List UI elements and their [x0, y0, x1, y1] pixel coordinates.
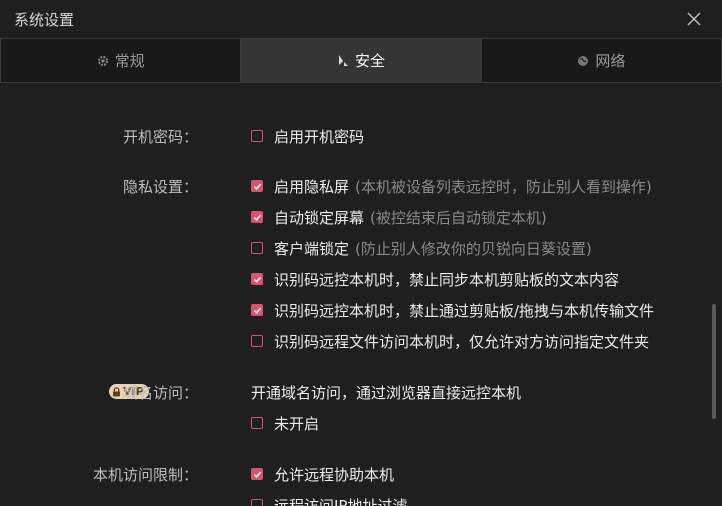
- privacy-row-4: 识别码远控本机时，禁止同步本机剪贴板的文本内容: [0, 266, 700, 292]
- privacy-screen-checkbox[interactable]: 启用隐私屏 (本机被设备列表远控时，防止别人看到操作): [251, 173, 652, 199]
- privacy-row-5: 识别码远控本机时，禁止通过剪贴板/拖拽与本机传输文件: [0, 297, 700, 323]
- lock-icon: [113, 386, 120, 396]
- ip-filter-checkbox[interactable]: 远程访问IP地址过滤: [251, 492, 407, 506]
- option-text: 允许远程协助本机: [274, 465, 395, 484]
- boot-password-label: 开机密码：: [122, 128, 198, 146]
- tab-general-label: 常规: [114, 52, 145, 70]
- option-text: 自动锁定屏幕: [274, 208, 365, 227]
- domain-access-checkbox[interactable]: 未开启: [251, 410, 319, 436]
- privacy-row-3: 客户端锁定 (防止别人修改你的贝锐向日葵设置): [0, 235, 700, 261]
- checkbox-checked-icon: [251, 180, 263, 192]
- domain-access-row: VIP 域名访问： 开通域名访问，通过浏览器直接远控本机: [0, 379, 700, 405]
- option-text: 识别码远控本机时，禁止通过剪贴板/拖拽与本机传输文件: [274, 301, 655, 320]
- globe-icon: [578, 55, 589, 66]
- client-lock-checkbox[interactable]: 客户端锁定 (防止别人修改你的贝锐向日葵设置): [251, 235, 592, 261]
- checkbox-unchecked-icon: [251, 130, 263, 142]
- access-limit-row-2: 远程访问IP地址过滤: [0, 492, 700, 506]
- shield-icon: [338, 55, 348, 66]
- tab-network-label: 网络: [595, 52, 626, 70]
- allow-remote-assist-checkbox[interactable]: 允许远程协助本机: [251, 461, 394, 487]
- privacy-row-6: 识别码远程文件访问本机时，仅允许对方访问指定文件夹: [0, 328, 700, 354]
- checkbox-unchecked-icon: [251, 335, 263, 347]
- option-note: (本机被设备列表远控时，防止别人看到操作): [355, 177, 652, 196]
- checkbox-checked-icon: [251, 211, 263, 223]
- security-settings-panel: 开机密码： 启用开机密码 隐私设置： 启用隐私屏 (本机被设备列表远控时，防止别…: [0, 83, 722, 506]
- checkbox-checked-icon: [251, 273, 263, 285]
- auto-lock-checkbox[interactable]: 自动锁定屏幕 (被控结束后自动锁定本机): [251, 204, 547, 230]
- option-note: (防止别人修改你的贝锐向日葵设置): [355, 239, 592, 258]
- access-limit-row-1: 本机访问限制： 允许远程协助本机: [0, 461, 700, 487]
- domain-access-label: 域名访问：: [122, 384, 198, 402]
- gear-icon: [97, 55, 108, 66]
- domain-access-description: 开通域名访问，通过浏览器直接远控本机: [251, 384, 522, 402]
- checkbox-unchecked-icon: [251, 242, 263, 254]
- block-file-transfer-checkbox[interactable]: 识别码远控本机时，禁止通过剪贴板/拖拽与本机传输文件: [251, 297, 654, 323]
- option-text: 启用隐私屏: [274, 177, 350, 196]
- domain-access-row-2: 未开启: [0, 410, 700, 436]
- option-text: 识别码远程文件访问本机时，仅允许对方访问指定文件夹: [274, 332, 650, 351]
- boot-password-checkbox[interactable]: 启用开机密码: [251, 123, 364, 149]
- checkbox-unchecked-icon: [251, 499, 263, 506]
- close-button[interactable]: [684, 9, 704, 29]
- tab-general[interactable]: 常规: [0, 39, 242, 82]
- privacy-label: 隐私设置：: [122, 178, 198, 196]
- tab-bar: 常规 安全 网络: [0, 38, 722, 83]
- close-icon: [687, 12, 701, 26]
- checkbox-unchecked-icon: [251, 417, 263, 429]
- scrollbar-thumb[interactable]: [712, 304, 716, 419]
- title-bar: 系统设置: [0, 0, 722, 38]
- settings-window: 系统设置 常规 安全 网络 开机密码： 启用开机密码 隐私设置： 启用隐私屏 (…: [0, 0, 722, 506]
- checkbox-checked-icon: [251, 468, 263, 480]
- privacy-row-2: 自动锁定屏幕 (被控结束后自动锁定本机): [0, 204, 700, 230]
- option-text: 启用开机密码: [274, 127, 365, 146]
- privacy-row-1: 隐私设置： 启用隐私屏 (本机被设备列表远控时，防止别人看到操作): [0, 173, 700, 199]
- option-text: 客户端锁定: [274, 239, 350, 258]
- option-text: 未开启: [274, 414, 320, 433]
- window-title: 系统设置: [14, 11, 75, 29]
- restrict-folder-access-checkbox[interactable]: 识别码远程文件访问本机时，仅允许对方访问指定文件夹: [251, 328, 649, 354]
- block-clipboard-text-checkbox[interactable]: 识别码远控本机时，禁止同步本机剪贴板的文本内容: [251, 266, 619, 292]
- option-text: 远程访问IP地址过滤: [274, 496, 408, 506]
- tab-network[interactable]: 网络: [482, 39, 722, 82]
- access-limit-label: 本机访问限制：: [92, 466, 198, 484]
- checkbox-checked-icon: [251, 304, 263, 316]
- tab-security-label: 安全: [354, 52, 385, 70]
- tab-security[interactable]: 安全: [241, 39, 482, 82]
- boot-password-row: 开机密码： 启用开机密码: [0, 123, 700, 149]
- option-note: (被控结束后自动锁定本机): [370, 208, 547, 227]
- option-text: 识别码远控本机时，禁止同步本机剪贴板的文本内容: [274, 270, 620, 289]
